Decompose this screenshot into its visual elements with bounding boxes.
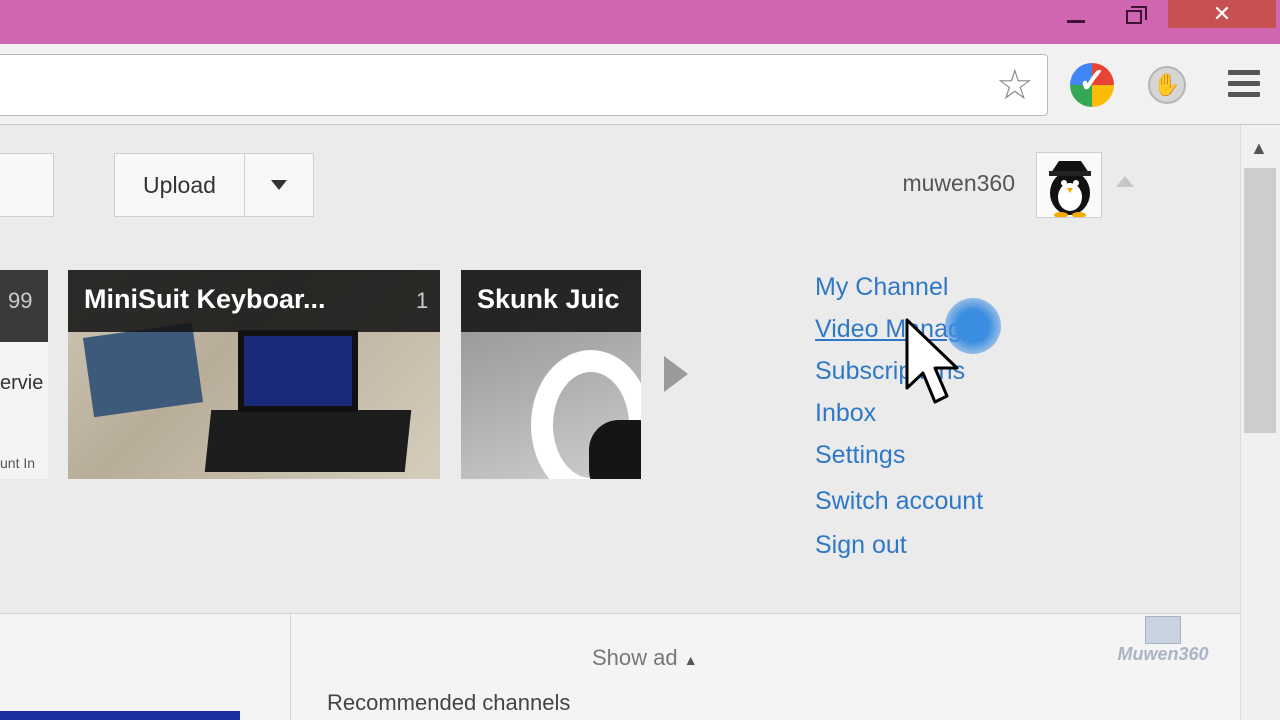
extension-hand-icon[interactable]: ✋ bbox=[1148, 66, 1186, 104]
minimize-button[interactable] bbox=[1056, 0, 1096, 28]
menu-item-sign-out[interactable]: Sign out bbox=[815, 531, 907, 560]
watermark-logo: Muwen360 bbox=[1103, 616, 1223, 665]
menu-item-settings[interactable]: Settings bbox=[815, 441, 905, 470]
video-title[interactable]: MiniSuit Keyboar... bbox=[84, 284, 326, 315]
triangle-up-icon: ▲ bbox=[683, 652, 698, 668]
video-title[interactable]: Skunk Juic bbox=[477, 284, 620, 315]
video-count: 99 bbox=[8, 288, 33, 313]
close-button[interactable]: ✕ bbox=[1168, 0, 1276, 28]
show-ad-link[interactable]: Show ad ▲ bbox=[592, 645, 698, 671]
hamburger-menu-icon[interactable] bbox=[1228, 70, 1260, 103]
close-icon: ✕ bbox=[1212, 1, 1232, 26]
menu-item-my-channel[interactable]: My Channel bbox=[815, 273, 948, 302]
menu-item-switch-account[interactable]: Switch account bbox=[815, 487, 983, 516]
monitor-icon bbox=[1145, 616, 1181, 644]
next-arrow-icon[interactable] bbox=[664, 356, 688, 392]
bookmark-star-icon[interactable]: ☆ bbox=[996, 60, 1034, 110]
avatar[interactable] bbox=[1036, 152, 1102, 218]
thumbnail-partial[interactable] bbox=[0, 711, 240, 720]
video-thumbnail[interactable]: MiniSuit Keyboar... 1 bbox=[68, 270, 440, 479]
upload-dropdown-button[interactable] bbox=[244, 153, 314, 217]
address-bar[interactable] bbox=[0, 54, 1048, 116]
chevron-down-icon bbox=[271, 180, 287, 190]
video-thumbnail[interactable]: Skunk Juic bbox=[461, 270, 641, 479]
search-box-edge[interactable] bbox=[0, 153, 54, 217]
username[interactable]: muwen360 bbox=[860, 170, 1015, 197]
restore-icon bbox=[1126, 6, 1147, 24]
upload-button[interactable]: Upload bbox=[114, 153, 245, 217]
menu-item-inbox[interactable]: Inbox bbox=[815, 399, 876, 428]
account-menu-caret-icon[interactable] bbox=[1116, 176, 1134, 187]
divider bbox=[290, 614, 291, 720]
video-side-text: ervie bbox=[0, 372, 44, 394]
scroll-thumb[interactable] bbox=[1244, 168, 1276, 433]
minimize-icon bbox=[1067, 19, 1085, 23]
video-count: 1 bbox=[416, 288, 429, 313]
scroll-up-icon[interactable]: ▲ bbox=[1250, 138, 1268, 159]
extension-check-icon[interactable]: ✓ bbox=[1070, 62, 1114, 107]
watermark-text: Muwen360 bbox=[1117, 644, 1209, 664]
mouse-cursor-icon bbox=[903, 318, 959, 413]
recommended-channels-heading: Recommended channels bbox=[327, 690, 571, 715]
video-side-text-2: unt In bbox=[0, 455, 36, 471]
restore-button[interactable] bbox=[1114, 0, 1154, 28]
